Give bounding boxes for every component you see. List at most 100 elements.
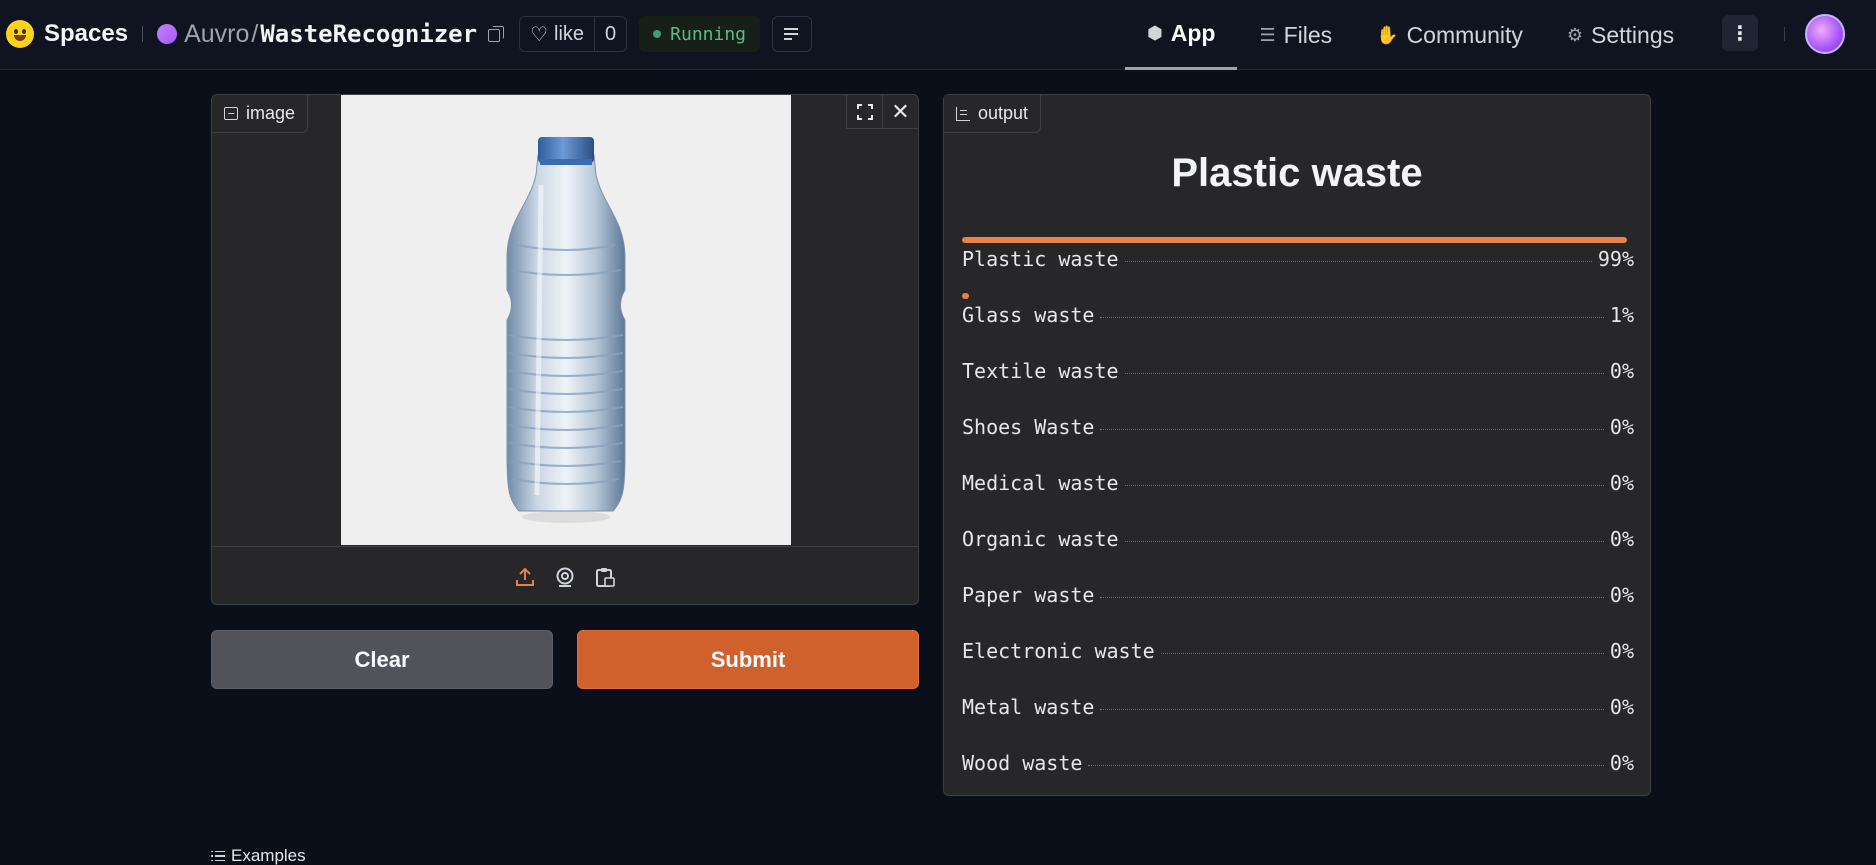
dotted-leader <box>1100 597 1604 598</box>
confidence-label: Paper waste <box>962 583 1095 607</box>
submit-button[interactable]: Submit <box>577 630 919 689</box>
tab-app[interactable]: ⬢ App <box>1125 0 1238 70</box>
confidence-row: Organic waste 0% <box>962 517 1634 573</box>
confidence-value: 0% <box>1609 527 1634 551</box>
webcam-icon[interactable] <box>553 565 577 589</box>
confidence-value: 99% <box>1597 247 1634 271</box>
confidence-label: Medical waste <box>962 471 1119 495</box>
confidence-row: Wood waste 0% <box>962 741 1634 797</box>
confidence-value: 0% <box>1609 415 1634 439</box>
confidence-row: Plastic waste 99% <box>962 237 1634 293</box>
confidence-text: Electronic waste 0% <box>962 639 1634 663</box>
output-label-text: output <box>978 103 1029 123</box>
clear-button[interactable]: Clear <box>211 630 553 689</box>
more-options-icon[interactable]: ⋮ <box>1722 15 1758 51</box>
confidence-list: Plastic waste 99% Glass waste 1% Textile was… <box>962 237 1634 797</box>
confidence-text: Wood waste 0% <box>962 751 1634 775</box>
chart-icon <box>956 106 970 121</box>
image-toolbar: ✕ <box>846 95 918 129</box>
hands-icon: ✋ <box>1376 24 1399 45</box>
gear-icon: ⚙ <box>1566 24 1584 45</box>
logs-button[interactable] <box>772 16 813 52</box>
confidence-text: Glass waste 1% <box>962 303 1634 327</box>
dotted-leader <box>1100 709 1604 710</box>
confidence-row: Textile waste 0% <box>962 349 1634 405</box>
path-separator: / <box>251 19 259 48</box>
confidence-label: Glass waste <box>962 303 1095 327</box>
confidence-row: Shoes Waste 0% <box>962 405 1634 461</box>
tab-community-label: Community <box>1406 21 1523 48</box>
confidence-row: Glass waste 1% <box>962 293 1634 349</box>
tab-files-label: Files <box>1283 21 1333 48</box>
confidence-value: 0% <box>1609 471 1634 495</box>
image-panel-label: image <box>212 95 309 133</box>
dotted-leader <box>1160 653 1604 654</box>
like-toggle[interactable]: ♡ like <box>520 17 596 51</box>
confidence-label: Organic waste <box>962 527 1119 551</box>
files-icon: ☰ <box>1259 24 1276 45</box>
confidence-row: Electronic waste 0% <box>962 629 1634 685</box>
dotted-leader <box>1124 373 1604 374</box>
like-count[interactable]: 0 <box>595 23 626 46</box>
confidence-text: Paper waste 0% <box>962 583 1634 607</box>
tab-settings[interactable]: ⚙ Settings <box>1545 0 1696 70</box>
dotted-leader <box>1088 765 1604 766</box>
fullscreen-button[interactable] <box>846 95 882 129</box>
spaces-link[interactable]: Spaces <box>44 20 128 48</box>
confidence-value: 0% <box>1609 639 1634 663</box>
dotted-leader <box>1124 261 1592 262</box>
confidence-label: Shoes Waste <box>962 415 1095 439</box>
copy-icon[interactable] <box>487 25 505 43</box>
cube-icon: ⬢ <box>1147 23 1163 43</box>
image-input-panel: image ✕ <box>211 94 919 605</box>
confidence-label: Plastic waste <box>962 247 1119 271</box>
tab-community[interactable]: ✋ Community <box>1354 0 1545 70</box>
nav-left-group: Spaces Auvro / WasteRecognizer ♡ like 0 … <box>6 15 813 53</box>
output-panel-label: output <box>944 95 1042 133</box>
confidence-bar <box>962 293 969 299</box>
huggingface-logo-icon[interactable] <box>6 20 34 48</box>
confidence-value: 0% <box>1609 751 1634 775</box>
confidence-text: Metal waste 0% <box>962 695 1634 719</box>
output-panel: output Plastic waste Plastic waste 99% Gla… <box>943 94 1651 796</box>
confidence-label: Wood waste <box>962 751 1083 775</box>
owner-avatar[interactable] <box>157 24 178 44</box>
dotted-leader <box>1100 317 1604 318</box>
heart-icon: ♡ <box>530 23 549 46</box>
examples-header[interactable]: Examples <box>211 846 306 865</box>
divider <box>1784 27 1785 41</box>
upload-icon[interactable] <box>513 565 537 589</box>
confidence-row: Paper waste 0% <box>962 573 1634 629</box>
image-source-selector <box>212 546 918 604</box>
close-icon: ✕ <box>891 98 910 124</box>
like-button[interactable]: ♡ like 0 <box>519 16 628 52</box>
status-badge[interactable]: Running <box>639 16 761 52</box>
list-icon <box>211 850 225 862</box>
image-icon <box>224 107 238 120</box>
user-avatar[interactable] <box>1805 14 1845 54</box>
clear-image-button[interactable]: ✕ <box>882 95 918 129</box>
water-bottle-image <box>506 137 626 523</box>
uploaded-image[interactable] <box>341 95 791 545</box>
clipboard-icon[interactable] <box>593 565 617 589</box>
expand-icon <box>856 103 873 120</box>
confidence-text: Medical waste 0% <box>962 471 1634 495</box>
confidence-text: Shoes Waste 0% <box>962 415 1634 439</box>
status-dot-icon <box>653 30 662 38</box>
predicted-label: Plastic waste <box>1171 151 1423 195</box>
confidence-label: Textile waste <box>962 359 1119 383</box>
repo-name-link[interactable]: WasteRecognizer <box>260 20 477 48</box>
tab-settings-label: Settings <box>1591 21 1675 48</box>
confidence-row: Metal waste 0% <box>962 685 1634 741</box>
confidence-text: Plastic waste 99% <box>962 247 1634 271</box>
confidence-text: Organic waste 0% <box>962 527 1634 551</box>
owner-link[interactable]: Auvro <box>184 20 249 49</box>
confidence-value: 0% <box>1609 583 1634 607</box>
confidence-value: 0% <box>1609 359 1634 383</box>
top-nav-bar: Spaces Auvro / WasteRecognizer ♡ like 0 … <box>0 0 1876 70</box>
tab-files[interactable]: ☰ Files <box>1237 0 1354 70</box>
divider <box>142 26 144 42</box>
dotted-leader <box>1124 541 1604 542</box>
examples-label: Examples <box>231 846 306 865</box>
confidence-bar <box>962 237 1628 243</box>
